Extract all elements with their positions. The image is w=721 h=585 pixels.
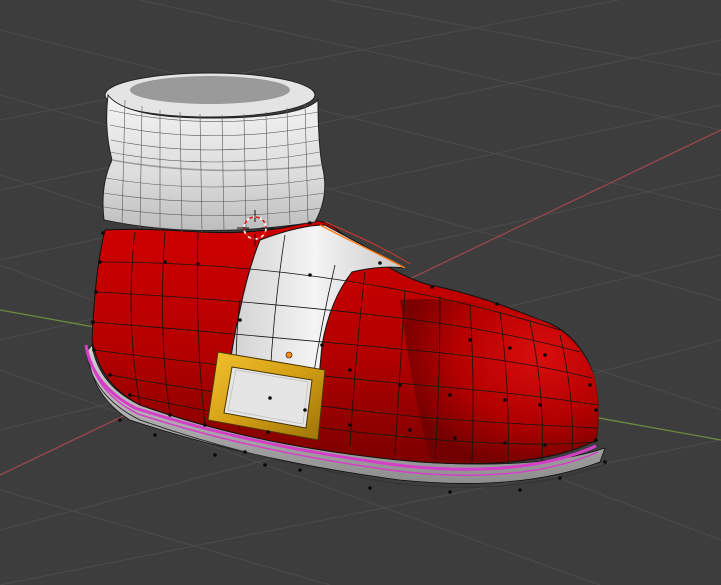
- object-origin: [285, 351, 293, 359]
- viewport-canvas[interactable]: [0, 0, 721, 585]
- 3d-viewport[interactable]: [0, 0, 721, 585]
- boot-mesh[interactable]: [84, 72, 607, 494]
